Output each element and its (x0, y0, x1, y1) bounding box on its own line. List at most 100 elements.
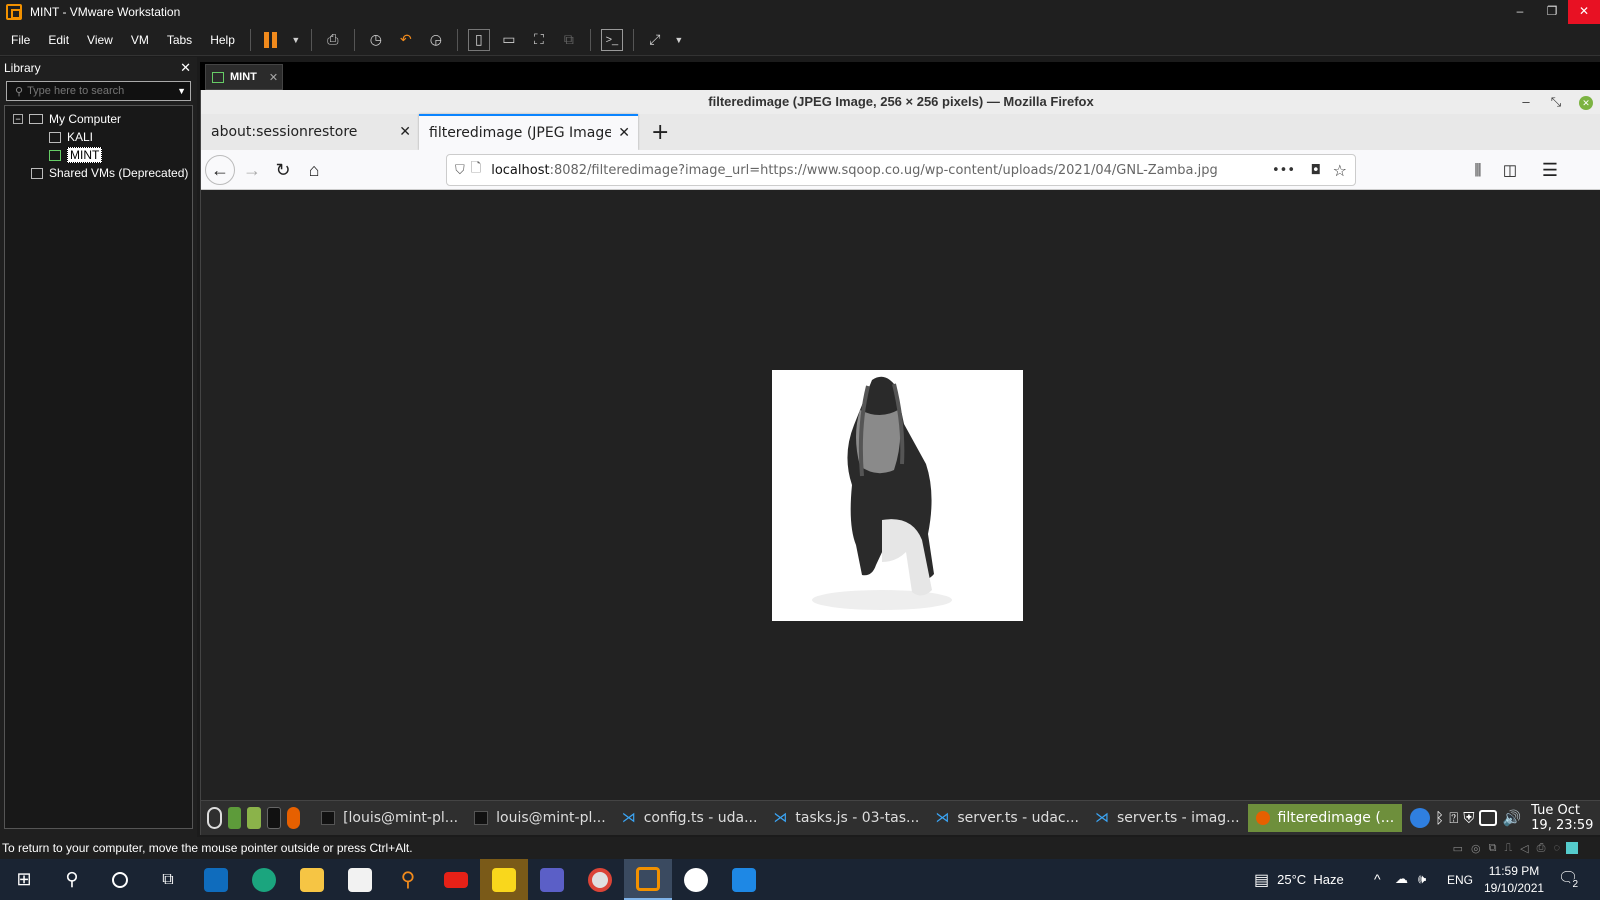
show-library-icon[interactable]: ▯ (467, 28, 490, 51)
vm-tab-mint[interactable]: MINT ✕ (205, 64, 283, 90)
language-indicator[interactable]: ENG (1447, 873, 1473, 887)
slack-app[interactable] (672, 859, 720, 900)
close-tab-icon[interactable]: ✕ (269, 71, 278, 84)
chevron-down-icon[interactable]: ▼ (291, 29, 301, 51)
stretch-guest-icon[interactable]: ⤢ (644, 29, 666, 51)
chrome-app[interactable] (576, 859, 624, 900)
printer-icon[interactable]: ⎙ (1537, 842, 1546, 855)
edge-app[interactable] (240, 859, 288, 900)
notification-center-button[interactable]: 🗨 2 (1558, 868, 1580, 890)
panel-task[interactable]: louis@mint-pl... (466, 804, 614, 832)
volume-icon[interactable]: 🔊 (1502, 809, 1521, 827)
send-ctrl-alt-del-icon[interactable]: ⎙ (322, 29, 344, 51)
files-icon[interactable] (247, 807, 261, 829)
mint-menu-icon[interactable] (207, 807, 222, 829)
menu-help[interactable]: Help (201, 33, 244, 47)
revert-snapshot-icon[interactable]: ↶ (395, 29, 417, 51)
panel-clock[interactable]: Tue Oct 19, 23:59 (1531, 803, 1600, 833)
panel-task[interactable]: ⋊ server.ts - imag... (1087, 804, 1248, 832)
menu-edit[interactable]: Edit (39, 33, 78, 47)
weather-widget[interactable]: ▤ 25°C Haze (1254, 859, 1344, 900)
full-screen-icon[interactable]: ⛶ (528, 29, 550, 51)
menu-view[interactable]: View (78, 33, 122, 47)
page-actions-icon[interactable]: ••• (1272, 163, 1295, 178)
media-app[interactable] (720, 859, 768, 900)
network-icon[interactable]: ☁ (1395, 871, 1408, 887)
shield-icon[interactable]: ⛨ (1463, 810, 1474, 827)
panel-task[interactable]: [louis@mint-pl... (313, 804, 466, 832)
panel-task[interactable]: ⋊ server.ts - udac... (927, 804, 1087, 832)
tree-item-mint[interactable]: MINT (5, 146, 192, 164)
start-button[interactable]: ⊞ (0, 859, 48, 900)
thumbnail-bar-icon[interactable]: ▭ (498, 29, 520, 51)
menu-icon[interactable]: ☰ (1535, 155, 1565, 185)
ff-close-button[interactable]: ✕ (1571, 90, 1600, 114)
menu-vm[interactable]: VM (122, 33, 158, 47)
vmware-app[interactable] (624, 859, 672, 900)
minimize-button[interactable]: – (1504, 0, 1536, 24)
forward-button[interactable]: → (237, 155, 267, 185)
tree-item-my-computer[interactable]: − My Computer (5, 110, 192, 128)
update-manager-icon[interactable]: ⍰ (1449, 810, 1458, 827)
chevron-down-icon[interactable]: ▼ (674, 29, 684, 51)
cortana-button[interactable] (96, 859, 144, 900)
snapshot-manager-icon[interactable]: ◶ (425, 29, 447, 51)
suspend-button[interactable] (261, 29, 283, 51)
tree-item-kali[interactable]: KALI (5, 128, 192, 146)
new-tab-button[interactable]: + (641, 114, 679, 150)
tab-session-restore[interactable]: about:sessionrestore ✕ (201, 114, 419, 150)
collapse-icon[interactable]: − (13, 114, 23, 124)
tracking-protection-icon[interactable]: ⛉ (455, 163, 465, 178)
close-tab-icon[interactable]: ✕ (399, 124, 411, 140)
console-view-icon[interactable]: >_ (600, 28, 623, 51)
task-view-button[interactable]: ⧉ (144, 859, 192, 900)
restore-button[interactable]: ❐ (1536, 0, 1568, 24)
menu-tabs[interactable]: Tabs (158, 33, 201, 47)
reload-button[interactable]: ↻ (268, 155, 298, 185)
page-info-icon[interactable]: 🗋 (471, 159, 481, 181)
panel-task[interactable]: ⋊ tasks.js - 03-tas... (765, 804, 927, 832)
library-search[interactable]: ⚲ ▼ (6, 81, 191, 101)
battery-icon[interactable] (1479, 810, 1498, 826)
panel-task[interactable]: ⋊ config.ts - uda... (614, 804, 766, 832)
search-button[interactable]: ⚲ (48, 859, 96, 900)
unity-icon[interactable]: ⧉ (558, 29, 580, 51)
file-explorer-app[interactable] (288, 859, 336, 900)
chevron-down-icon[interactable]: ▼ (177, 86, 186, 96)
show-hidden-icons[interactable]: ^ (1374, 871, 1381, 887)
close-tab-icon[interactable]: ✕ (618, 125, 630, 141)
teamviewer-icon[interactable] (1410, 808, 1431, 828)
sticky-notes-app[interactable] (480, 859, 528, 900)
youtube-app[interactable] (432, 859, 480, 900)
library-search-input[interactable] (23, 85, 164, 97)
hdd-icon[interactable]: ▭ (1453, 842, 1463, 855)
ff-maximize-button[interactable]: ⤡ (1541, 90, 1571, 114)
panel-task-active[interactable]: filteredimage (... (1247, 804, 1403, 832)
show-desktop-icon[interactable] (227, 807, 242, 829)
library-icon[interactable]: ⫼ (1463, 155, 1493, 185)
clock[interactable]: 11:59 PM 19/10/2021 (1484, 864, 1544, 895)
back-button[interactable]: ← (205, 155, 235, 185)
home-button[interactable]: ⌂ (299, 155, 329, 185)
sound-icon[interactable]: ◁ (1520, 842, 1528, 855)
search-app[interactable]: ⚲ (384, 859, 432, 900)
bookmark-star-icon[interactable]: ☆ (1333, 161, 1347, 180)
url-bar[interactable]: ⛉ 🗋 localhost:8082/filteredimage?image_u… (446, 154, 1356, 186)
mail-app[interactable] (192, 859, 240, 900)
close-button[interactable]: ✕ (1568, 0, 1600, 24)
menu-file[interactable]: File (2, 33, 39, 47)
pocket-icon[interactable]: ◘ (1311, 163, 1321, 178)
snapshot-icon[interactable]: ◷ (365, 29, 387, 51)
firefox-launcher-icon[interactable] (286, 807, 301, 829)
cd-icon[interactable]: ◎ (1471, 842, 1481, 855)
network-icon[interactable]: ⧉ (1489, 842, 1497, 855)
usb-icon[interactable]: ⎍ (1504, 842, 1512, 855)
store-app[interactable] (336, 859, 384, 900)
ff-minimize-button[interactable]: – (1511, 90, 1541, 114)
teams-app[interactable] (528, 859, 576, 900)
guest-screen[interactable]: filteredimage (JPEG Image, 256 × 256 pix… (200, 90, 1600, 835)
bluetooth-icon[interactable]: ᛒ (1435, 810, 1444, 827)
message-icon[interactable] (1566, 842, 1578, 854)
tree-item-shared-vms[interactable]: Shared VMs (Deprecated) (5, 164, 192, 182)
volume-icon[interactable]: 🕪 (1418, 871, 1426, 887)
